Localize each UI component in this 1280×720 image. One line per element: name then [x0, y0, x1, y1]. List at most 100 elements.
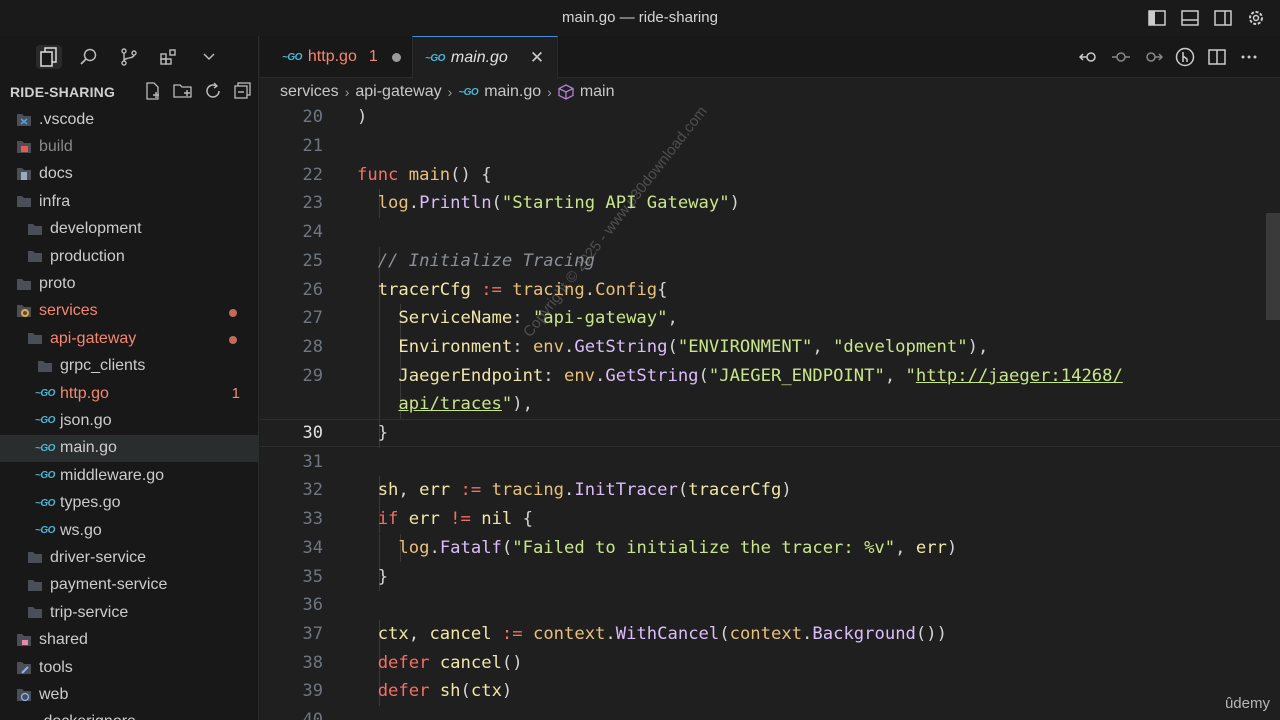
tree-item-label: json.go [60, 411, 112, 429]
line-number: 28 [302, 336, 323, 357]
code-line[interactable]: 39 defer sh(ctx) [260, 677, 1280, 706]
tree-item[interactable]: production [0, 243, 259, 270]
tree-item[interactable]: tools [0, 654, 259, 681]
settings-gear-icon[interactable] [1245, 7, 1266, 28]
code-line[interactable]: 40 [260, 706, 1280, 720]
tree-item[interactable]: development [0, 216, 259, 243]
code-line[interactable]: 31 [260, 447, 1280, 476]
tree-item[interactable]: services [0, 298, 259, 325]
code-line[interactable]: 35 } [260, 562, 1280, 591]
new-file-icon[interactable] [142, 81, 164, 101]
toggle-panel-icon[interactable] [1179, 7, 1200, 28]
tree-item[interactable]: ~GO types.go [0, 489, 259, 516]
collapse-all-icon[interactable] [232, 81, 254, 101]
unsaved-dot-icon[interactable] [391, 52, 401, 62]
tree-item[interactable]: .vscode [0, 106, 259, 133]
breadcrumb-item-services[interactable]: services [280, 83, 339, 101]
toggle-primary-sidebar-icon[interactable] [1146, 7, 1167, 28]
tree-item[interactable]: build [0, 133, 259, 160]
code-line[interactable]: 20) [260, 103, 1280, 132]
code-line[interactable]: 37 ctx, cancel := context.WithCancel(con… [260, 619, 1280, 649]
explorer-files-icon[interactable] [36, 45, 62, 69]
code-line[interactable]: 26 tracerCfg := tracing.Config{ [260, 275, 1280, 304]
code-line[interactable]: 29 JaegerEndpoint: env.GetString("JAEGER… [260, 361, 1280, 390]
tree-item[interactable]: .dockerignore [0, 709, 259, 720]
tree-item[interactable]: web [0, 681, 259, 708]
timeline-commit-icon[interactable] [1110, 46, 1132, 68]
code-line[interactable]: 23 log.Println("Starting API Gateway") [260, 189, 1280, 218]
code-line[interactable]: api/traces"), [260, 390, 1280, 419]
line-number: 30 [302, 423, 323, 444]
tree-item[interactable]: ~GO http.go 1 [0, 380, 259, 407]
code-line[interactable]: 25 // Initialize Tracing [260, 246, 1280, 276]
tree-item-label: web [39, 685, 69, 703]
explorer-title: RIDE-SHARING [10, 84, 116, 100]
docs-folder-icon [13, 166, 35, 182]
git-compare-icon[interactable] [1174, 46, 1196, 68]
breadcrumb-item-api-gateway[interactable]: api-gateway [355, 83, 441, 101]
code-line[interactable]: 28 Environment: env.GetString("ENVIRONME… [260, 332, 1280, 362]
code-text: if err != nil { [377, 509, 533, 530]
source-control-icon[interactable] [116, 45, 142, 69]
breadcrumb-item-file[interactable]: main.go [484, 83, 541, 101]
go-file-icon: ~GO [35, 442, 55, 454]
tree-item[interactable]: grpc_clients [0, 353, 259, 380]
editor-scrollbar[interactable] [1266, 213, 1280, 320]
go-back-icon[interactable] [1078, 46, 1100, 68]
code-line[interactable]: 27 ServiceName: "api-gateway", [260, 303, 1280, 333]
tree-item-label: middleware.go [60, 466, 165, 484]
line-number: 27 [302, 308, 323, 329]
code-line[interactable]: 30 } [260, 418, 1280, 449]
tree-item[interactable]: api-gateway [0, 325, 259, 352]
line-number: 20 [302, 107, 323, 128]
folder-icon [24, 249, 46, 265]
tree-item[interactable]: trip-service [0, 599, 259, 626]
web-folder-icon [13, 687, 35, 703]
tree-item-label: api-gateway [50, 329, 137, 347]
code-line[interactable]: 21 [260, 132, 1280, 161]
tree-item[interactable]: ~GO json.go [0, 407, 259, 434]
new-folder-icon[interactable] [172, 81, 194, 101]
tree-item-label: docs [39, 165, 73, 183]
tree-item[interactable]: shared [0, 626, 259, 653]
line-number: 37 [302, 623, 323, 644]
code-line[interactable]: 33 if err != nil { [260, 504, 1280, 534]
code-line[interactable]: 22 func main() { [260, 160, 1280, 189]
tab-http-go[interactable]: ~GO http.go 1 [270, 36, 410, 78]
line-number: 39 [302, 681, 323, 702]
extensions-icon[interactable] [156, 45, 182, 69]
code-text: func main() { [357, 164, 492, 185]
code-line[interactable]: 24 [260, 218, 1280, 247]
tree-item[interactable]: docs [0, 161, 259, 188]
code-editor[interactable]: 20) 21 22 func main() {23 log.Println("Star… [260, 103, 1280, 720]
code-line[interactable]: 38 defer cancel() [260, 648, 1280, 677]
tree-item-label: http.go [60, 384, 109, 402]
go-file-icon: ~GO [35, 415, 55, 427]
tab-main-go[interactable]: ~GO main.go ✕ [412, 36, 558, 79]
tree-item[interactable]: ~GO ws.go [0, 517, 259, 544]
chevron-down-icon[interactable] [196, 45, 222, 69]
split-editor-icon[interactable] [1206, 46, 1228, 68]
tree-item-label: build [39, 138, 73, 156]
tree-item[interactable]: ~GO middleware.go [0, 462, 259, 489]
tree-item[interactable]: driver-service [0, 544, 259, 571]
search-icon[interactable] [76, 45, 102, 69]
code-line[interactable]: 34 log.Fatalf("Failed to initialize the … [260, 533, 1280, 563]
toggle-secondary-sidebar-icon[interactable] [1212, 7, 1233, 28]
tree-item[interactable]: infra [0, 188, 259, 215]
line-number: 33 [302, 509, 323, 530]
more-actions-icon[interactable] [1238, 46, 1260, 68]
code-line[interactable]: 36 [260, 591, 1280, 620]
close-tab-icon[interactable]: ✕ [530, 48, 544, 68]
tree-item[interactable]: proto [0, 270, 259, 297]
tree-item-label: development [50, 220, 142, 238]
refresh-icon[interactable] [202, 81, 224, 101]
tree-item-label: grpc_clients [60, 357, 146, 375]
go-forward-icon[interactable] [1142, 46, 1164, 68]
tree-item[interactable]: payment-service [0, 572, 259, 599]
tree-item[interactable]: ~GO main.go [0, 434, 259, 463]
breadcrumb-item-symbol[interactable]: main [580, 83, 615, 101]
code-text: ) [357, 107, 368, 128]
code-line[interactable]: 32 sh, err := tracing.InitTracer(tracerC… [260, 476, 1280, 505]
problem-count-badge: 1 [231, 384, 240, 402]
